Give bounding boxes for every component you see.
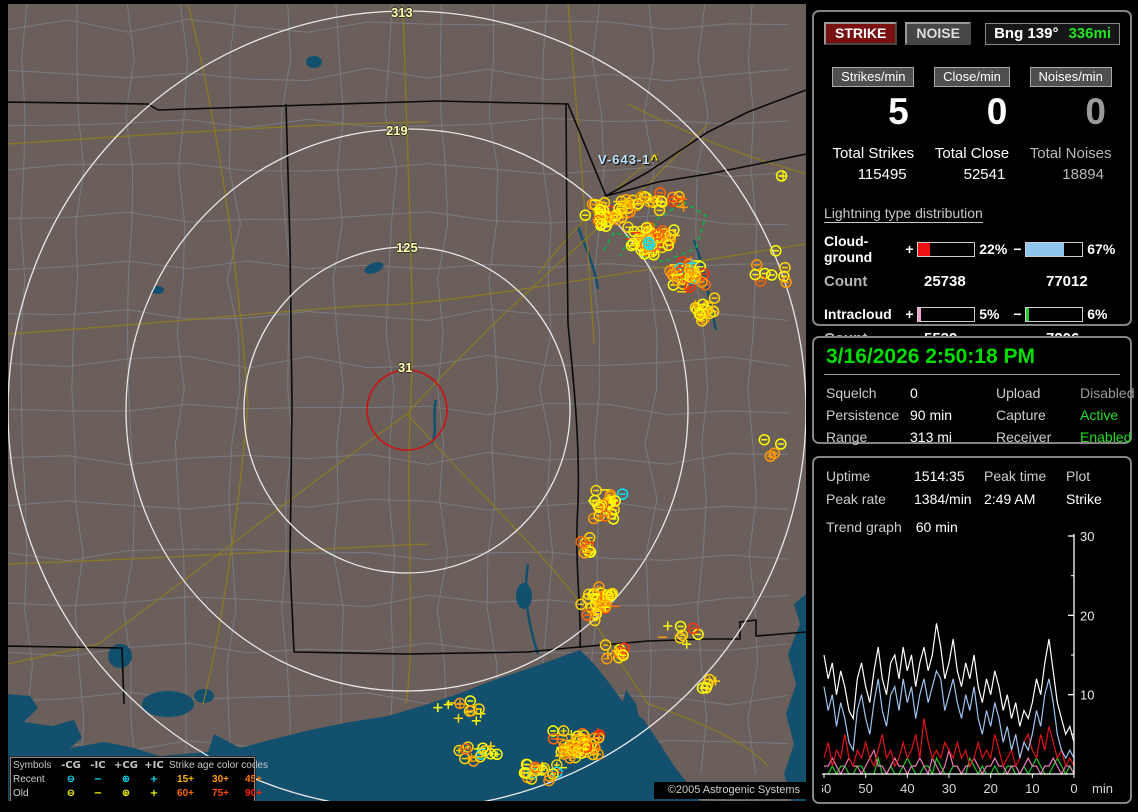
legend-age-title: Strike age color codes	[167, 760, 270, 771]
legend-old-row: Old ⊖ − ⊕ + 60+ 75+ 90+	[11, 786, 254, 800]
svg-text:10: 10	[1080, 688, 1094, 703]
noises-per-min-chip: Noises/min	[1030, 67, 1112, 87]
peak-time-value: 2:49 AM	[984, 491, 1066, 507]
cg-minus-icon: ⊖	[57, 774, 85, 785]
uptime-value: 1514:35	[914, 468, 984, 484]
legend-header-row: Symbols -CG -IC +CG +IC Strike age color…	[11, 758, 254, 772]
strikes-per-min-value: 5	[824, 91, 923, 133]
svg-text:40: 40	[900, 781, 914, 796]
stats-panel: Uptime 1514:35 Peak time Plot Peak rate …	[812, 456, 1132, 804]
intracloud-row: Intracloud + 5% − 6%	[824, 306, 1120, 322]
capture-status: Active	[1080, 407, 1134, 423]
receiver-status: Enabled	[1080, 429, 1134, 445]
ic-minus-icon: −	[85, 774, 111, 785]
range-ring-label-313: 313	[391, 5, 413, 20]
total-strikes-value: 115495	[824, 166, 923, 183]
cg-plus-bar	[917, 242, 975, 257]
strikes-per-min-chip: Strikes/min	[832, 67, 914, 87]
peak-rate-value: 1384/min	[914, 491, 984, 507]
close-per-min-value: 0	[923, 91, 1022, 133]
status-panel: 3/16/2026 2:50:18 PM Squelch 0 Upload Di…	[812, 336, 1132, 444]
ic-plus-icon: +	[141, 774, 167, 785]
range-ring-label-219: 219	[386, 123, 408, 138]
trend-series-white	[824, 623, 1074, 742]
noises-per-min-value: 0	[1021, 91, 1120, 133]
range-ring-label-31: 31	[398, 360, 412, 375]
trend-series-pink	[824, 750, 1074, 774]
ic-plus-icon: +	[141, 788, 167, 799]
datetime-display: 3/16/2026 2:50:18 PM	[824, 344, 1120, 375]
map-legend: Symbols -CG -IC +CG +IC Strike age color…	[10, 757, 255, 801]
ic-plus-bar	[917, 307, 975, 322]
strike-panel: STRIKE NOISE Bng 139° 336mi Strikes/min …	[812, 10, 1132, 326]
bearing-readout: Bng 139° 336mi	[985, 23, 1120, 45]
svg-text:30: 30	[942, 781, 956, 796]
map-canvas[interactable]: 313 219 125 31 V-643-1^ Symbols -CG -IC …	[8, 4, 806, 801]
ic-minus-bar	[1025, 307, 1083, 322]
total-noises-label: Total Noises	[1021, 145, 1120, 162]
distribution-title: Lightning type distribution	[824, 205, 983, 223]
upload-status: Disabled	[1080, 385, 1134, 401]
svg-text:20: 20	[983, 781, 997, 796]
svg-text:20: 20	[1080, 608, 1094, 623]
storm-cell-label: V-643-1^	[598, 152, 659, 167]
cg-minus-bar	[1025, 242, 1083, 257]
ic-minus-icon: −	[85, 788, 111, 799]
svg-text:50: 50	[858, 781, 872, 796]
plot-mode-value: Strike	[1066, 491, 1120, 507]
bearing-value: Bng 139°	[994, 25, 1058, 42]
strike-button[interactable]: STRIKE	[824, 22, 897, 45]
trend-series-red	[824, 719, 1074, 767]
cg-minus-icon: ⊖	[57, 788, 85, 799]
range-ring-label-125: 125	[396, 240, 418, 255]
cg-plus-icon: ⊕	[111, 788, 141, 799]
svg-text:min: min	[1092, 781, 1113, 796]
svg-text:60: 60	[822, 781, 831, 796]
cg-plus-icon: ⊕	[111, 774, 141, 785]
bearing-range: 336mi	[1068, 25, 1111, 42]
legend-symbols-title: Symbols	[13, 760, 57, 771]
close-per-min-chip: Close/min	[934, 67, 1010, 87]
app-window: { "map": { "copyright": "©2005 Astrogeni…	[0, 0, 1138, 812]
cloud-ground-row: Cloud-ground + 22% − 67%	[824, 233, 1120, 265]
total-close-value: 52541	[923, 166, 1022, 183]
svg-text:30: 30	[1080, 530, 1094, 544]
trend-graph: 10 20 30 60 50 40 30 20 10 0 min	[822, 530, 1122, 798]
cloud-ground-counts: Count 25738 77012	[824, 273, 1120, 290]
svg-text:0: 0	[1070, 781, 1077, 796]
total-noises-value: 18894	[1021, 166, 1120, 183]
total-strikes-label: Total Strikes	[824, 145, 923, 162]
legend-recent-row: Recent ⊖ − ⊕ + 15+ 30+ 45+	[11, 772, 254, 786]
total-close-label: Total Close	[923, 145, 1022, 162]
copyright-text: ©2005 Astrogenic Systems	[654, 782, 806, 799]
noise-button[interactable]: NOISE	[905, 22, 971, 45]
svg-text:10: 10	[1025, 781, 1039, 796]
trend-series-blue	[824, 671, 1074, 758]
